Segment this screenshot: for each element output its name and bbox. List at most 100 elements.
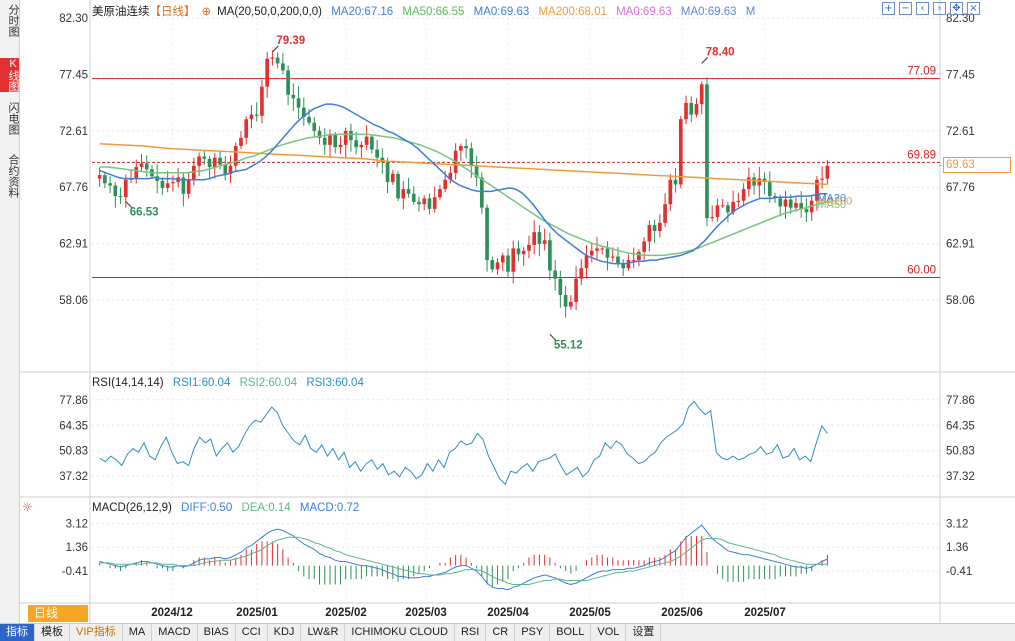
ma50-value: MA50:66.55 — [402, 6, 465, 18]
toolbar-item-1[interactable]: 模板 — [35, 624, 70, 641]
current-price-tag: 69.63 — [943, 157, 1011, 174]
sidebar-tab-1[interactable]: K线图 — [0, 58, 19, 92]
toolbar-item-9[interactable]: ICHIMOKU CLOUD — [345, 624, 455, 641]
candle-body-133 — [794, 203, 798, 208]
candle-body-44 — [328, 134, 332, 145]
sidebar-tab-0[interactable]: 分时图 — [0, 4, 19, 37]
toolbar-item-0[interactable]: 指标 — [0, 624, 35, 641]
plus-icon[interactable]: + — [882, 2, 895, 15]
toolbar-item-6[interactable]: CCI — [236, 624, 268, 641]
minus-icon[interactable]: − — [899, 2, 912, 15]
chart-canvas[interactable]: 82.30 82.3077.45 77.4572.61 72.6167.76 67.76… — [0, 0, 1015, 623]
candle-body-30 — [254, 114, 259, 116]
candle-body-114 — [694, 104, 699, 115]
toolbar-item-12[interactable]: PSY — [515, 624, 551, 641]
candle-body-93 — [584, 255, 589, 269]
rsi1-value: RSI1:60.04 — [172, 377, 231, 389]
x-label-5: 2025/05 — [569, 607, 611, 619]
macd-value: MACD:0.72 — [299, 502, 360, 514]
candle-body-88 — [558, 278, 563, 295]
candle-body-18 — [192, 165, 196, 180]
candle-body-131 — [783, 199, 788, 207]
rsi-ytick-left-3: 37.32 — [59, 471, 88, 483]
indicator-settings-icon[interactable]: ☼ — [22, 500, 33, 514]
candle-body-113 — [689, 102, 694, 115]
macd-ytick-right-2: -0.41 — [946, 566, 972, 578]
main-ytick-left-3: 67.76 — [59, 182, 88, 194]
candle-body-34 — [275, 57, 280, 64]
ma50-line — [99, 133, 828, 257]
candle-body-110 — [673, 179, 678, 185]
toolbar-item-15[interactable]: 设置 — [626, 624, 662, 641]
candle-body-51 — [364, 136, 369, 145]
candle-body-45 — [333, 134, 338, 148]
candle-body-71 — [469, 148, 474, 166]
period-tab[interactable]: 日线 — [28, 605, 88, 622]
candle-body-119 — [720, 205, 725, 207]
sidebar-tab-3[interactable]: 合约资料 — [0, 154, 19, 198]
main-ytick-left-0: 82.30 — [59, 13, 88, 25]
toolbar-item-14[interactable]: VOL — [591, 624, 627, 641]
candle-body-73 — [479, 177, 484, 208]
candle-body-91 — [574, 278, 578, 302]
candle-body-98 — [610, 256, 615, 258]
candle-body-122 — [736, 200, 741, 202]
toolbar-item-7[interactable]: KDJ — [268, 624, 302, 641]
candle-body-58 — [401, 189, 406, 199]
x-label-6: 2025/06 — [661, 607, 703, 619]
candle-body-35 — [281, 63, 285, 71]
candle-body-84 — [537, 232, 542, 244]
candle-body-79 — [511, 248, 516, 272]
candle-body-60 — [411, 193, 416, 202]
candle-body-111 — [678, 119, 683, 185]
candle-body-87 — [553, 270, 557, 279]
toolbar-item-11[interactable]: CR — [486, 624, 516, 641]
ma-end-label-2: MA50 — [817, 199, 846, 211]
candle-body-31 — [260, 86, 264, 116]
candle-body-139 — [825, 165, 830, 179]
candle-body-108 — [663, 204, 667, 223]
sidebar-tab-2[interactable]: 闪电图 — [0, 102, 19, 135]
ma200-value: MA200:68.01 — [538, 6, 607, 18]
annotation-1: 78.40 — [706, 46, 735, 58]
candle-body-102 — [631, 260, 636, 262]
ma20-value: MA20:67.16 — [331, 6, 394, 18]
macd-legend: MACD(26,12,9) DIFF:0.50 DEA:0.14 MACD:0.… — [92, 502, 365, 514]
toolbar-item-3[interactable]: MA — [123, 624, 153, 641]
toolbar-item-8[interactable]: LW&R — [301, 624, 346, 641]
candle-body-132 — [788, 199, 793, 208]
candle-body-82 — [527, 244, 531, 251]
diff-line — [99, 524, 828, 591]
candle-body-37 — [291, 94, 296, 99]
x-label-2: 2025/02 — [325, 607, 367, 619]
candle-body-77 — [500, 255, 505, 263]
candle-body-19 — [197, 156, 201, 166]
diff-value: DIFF:0.50 — [181, 502, 233, 514]
settings-icon[interactable]: ⊕ — [202, 4, 212, 18]
move-icon[interactable]: ✥ — [950, 2, 963, 15]
candle-body-36 — [286, 70, 290, 95]
sidebar: 分时图 K线图闪电图合约资料 — [0, 0, 20, 623]
toolbar-item-13[interactable]: BOLL — [550, 624, 592, 641]
candle-body-49 — [354, 140, 359, 148]
close-icon[interactable]: × — [967, 2, 980, 15]
rsi2-value: RSI2:60.04 — [239, 377, 298, 389]
candle-body-76 — [495, 262, 500, 270]
candle-body-126 — [757, 178, 762, 186]
candle-body-46 — [338, 144, 343, 148]
left-icon[interactable]: ‹ — [916, 2, 929, 15]
candle-body-3 — [113, 185, 118, 197]
rsi-ytick-right-1: 64.35 — [946, 420, 975, 432]
toolbar-item-4[interactable]: MACD — [152, 624, 198, 641]
toolbar-item-2[interactable]: VIP指标 — [70, 624, 123, 641]
candle-body-70 — [464, 146, 468, 149]
x-label-4: 2025/04 — [487, 607, 529, 619]
toolbar-item-5[interactable]: BIAS — [198, 624, 236, 641]
candle-body-99 — [616, 256, 620, 264]
right-icon[interactable]: › — [933, 2, 946, 15]
candle-body-53 — [375, 149, 379, 158]
toolbar-item-10[interactable]: RSI — [455, 624, 487, 641]
dea-value: DEA:0.14 — [241, 502, 291, 514]
ma-m-label: M — [745, 6, 756, 18]
candle-body-89 — [563, 294, 568, 307]
